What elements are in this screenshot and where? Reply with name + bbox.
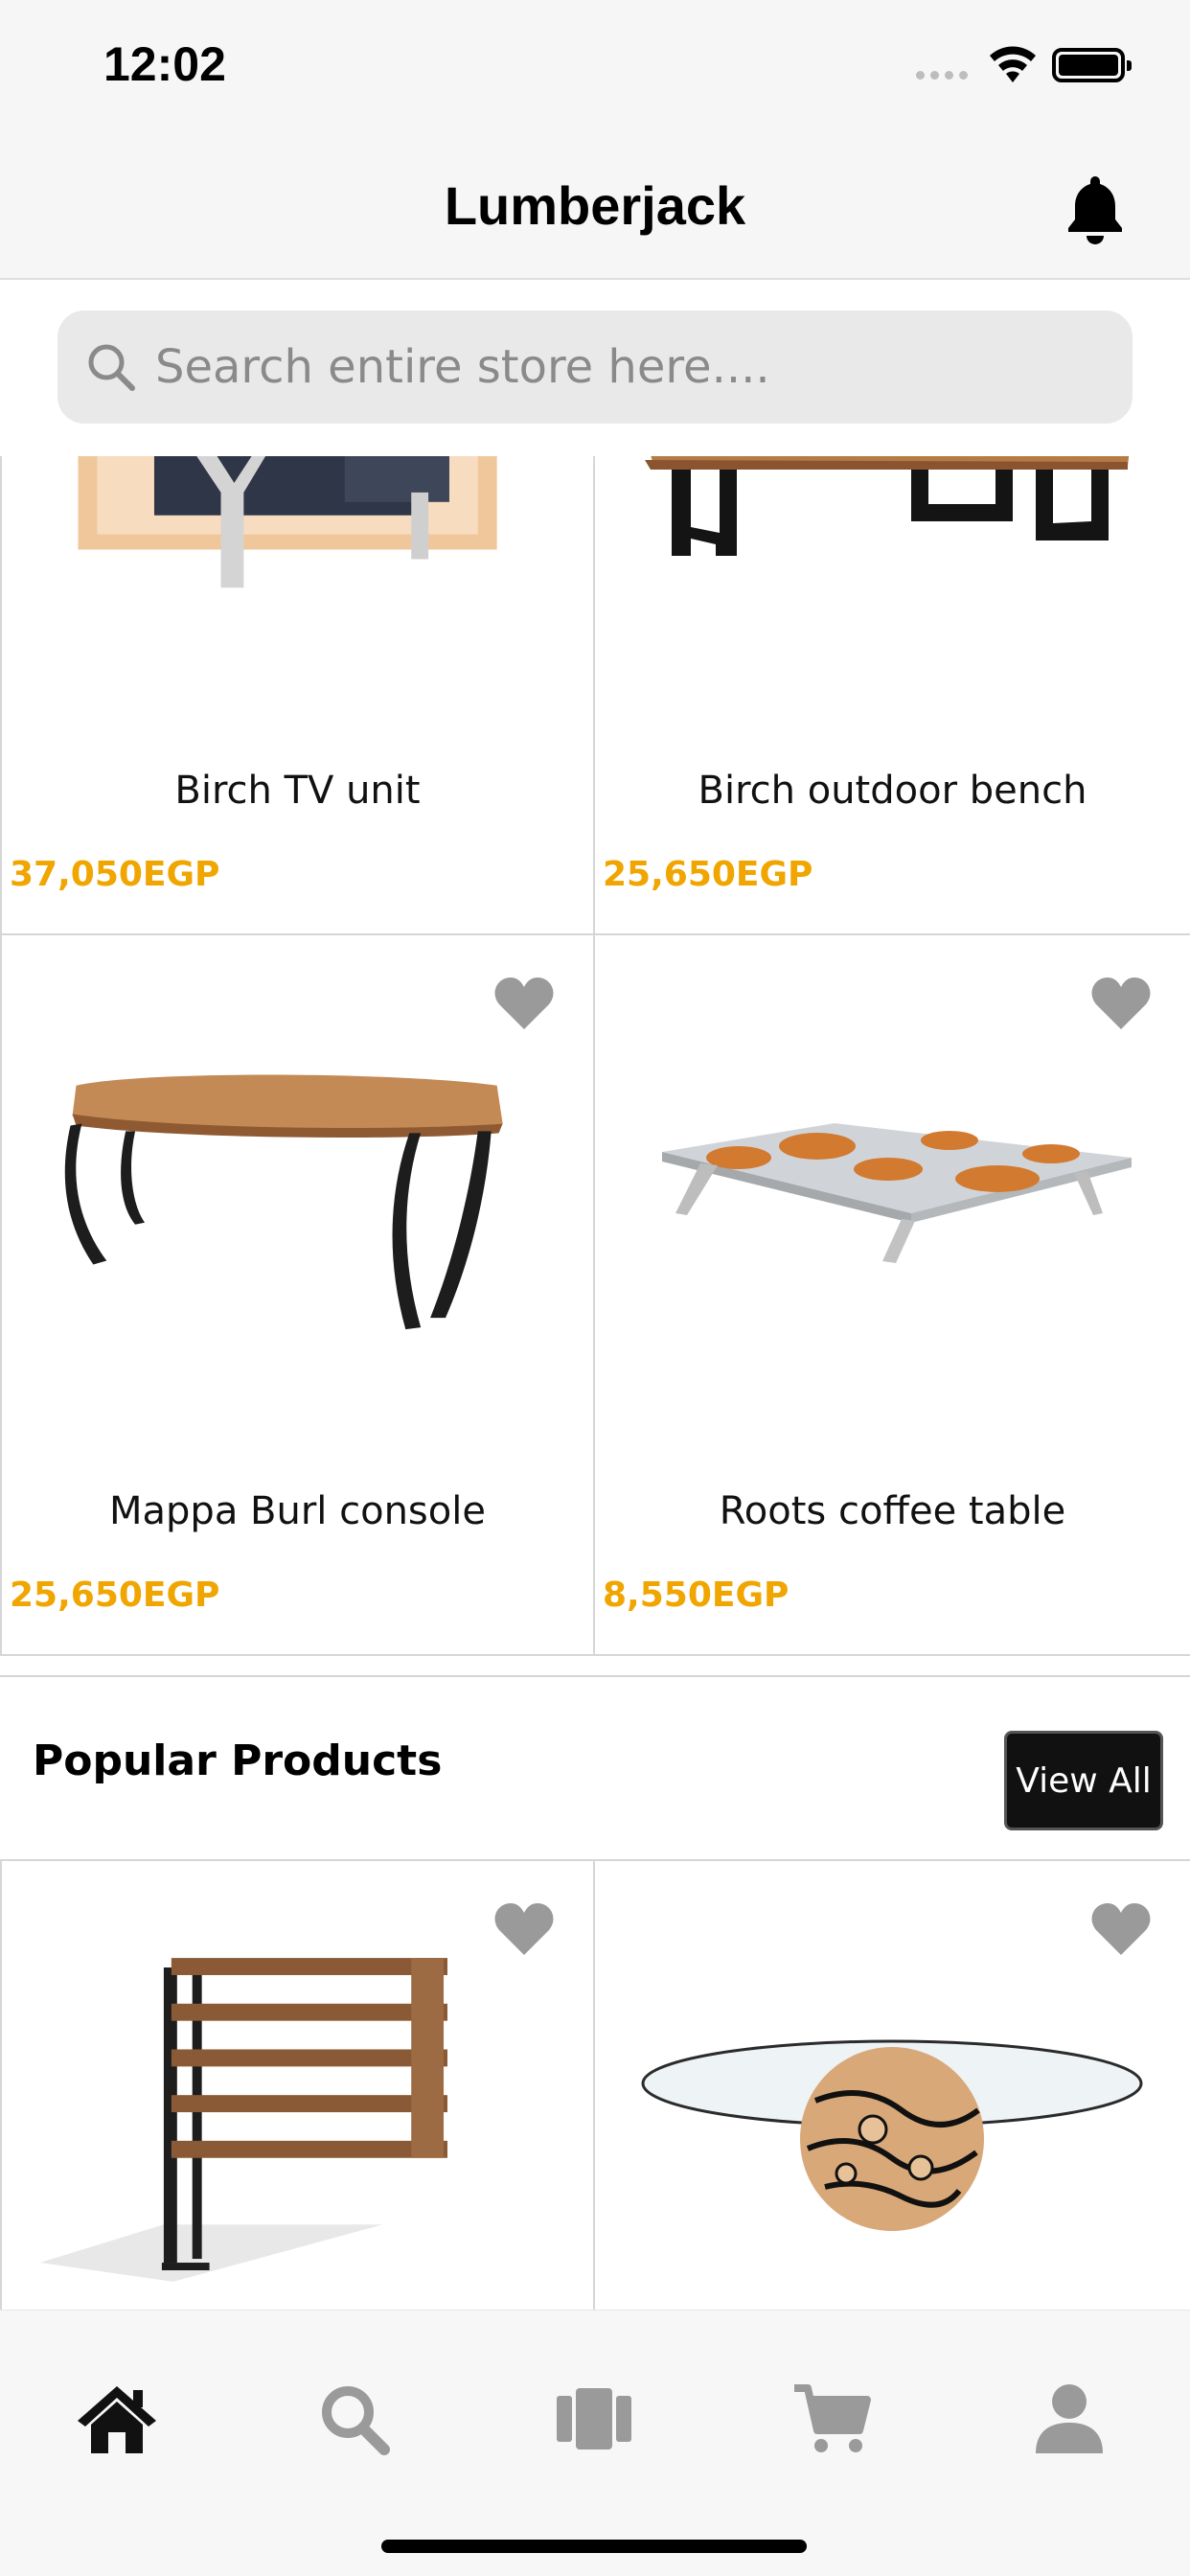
product-name: Birch outdoor bench	[698, 769, 1087, 813]
favorite-heart-icon[interactable]	[1090, 1901, 1152, 1957]
product-image	[78, 456, 497, 588]
search-input[interactable]	[155, 310, 1133, 424]
favorite-heart-icon[interactable]	[493, 1901, 555, 1957]
product-feed[interactable]: Birch TV unit 37,050EGP Birch outdoor be…	[0, 456, 1190, 2310]
product-price: 25,650EGP	[10, 1576, 220, 1615]
home-indicator	[381, 2540, 807, 2553]
search-section	[0, 282, 1190, 456]
product-name: Mappa Burl console	[109, 1489, 486, 1533]
battery-icon	[1052, 48, 1132, 82]
notification-bell-icon[interactable]	[1064, 172, 1127, 245]
product-card[interactable]: Mappa Burl console 25,650EGP	[0, 935, 595, 1656]
tab-cart[interactable]	[786, 2378, 878, 2460]
product-price: 37,050EGP	[10, 855, 220, 894]
app-title: Lumberjack	[444, 175, 746, 236]
favorite-heart-icon[interactable]	[1090, 976, 1152, 1031]
search-icon	[322, 2386, 390, 2455]
favorite-heart-icon[interactable]	[493, 976, 555, 1031]
view-all-button[interactable]: View All	[1004, 1731, 1163, 1830]
tab-profile[interactable]	[1023, 2378, 1115, 2460]
product-grid: Birch TV unit 37,050EGP Birch outdoor be…	[0, 456, 1190, 1656]
search-bar[interactable]	[57, 310, 1133, 424]
categories-icon	[557, 2388, 631, 2450]
product-image	[645, 456, 1130, 556]
status-bar: 12:02	[0, 0, 1190, 134]
product-price: 25,650EGP	[603, 855, 813, 894]
profile-icon	[1036, 2384, 1103, 2453]
cellular-signal-icon	[916, 71, 968, 80]
search-icon	[88, 344, 135, 391]
product-card[interactable]: Birch outdoor bench 25,650EGP	[595, 456, 1190, 935]
tab-home[interactable]	[71, 2378, 163, 2460]
cart-icon	[794, 2384, 871, 2452]
bottom-tab-bar	[0, 2310, 1190, 2576]
tab-search[interactable]	[309, 2378, 400, 2460]
status-time: 12:02	[103, 37, 226, 91]
popular-product-grid	[0, 1861, 1190, 2310]
product-card[interactable]	[595, 1861, 1190, 2310]
product-card[interactable]: Roots coffee table 8,550EGP	[595, 935, 1190, 1656]
popular-products-header: Popular Products View All	[0, 1675, 1190, 1861]
section-title: Popular Products	[33, 1736, 443, 1785]
product-card[interactable]	[0, 1861, 595, 2310]
product-name: Birch TV unit	[174, 769, 421, 813]
product-name: Roots coffee table	[719, 1489, 1066, 1533]
product-card[interactable]: Birch TV unit 37,050EGP	[0, 456, 595, 935]
wifi-icon	[990, 46, 1036, 82]
home-icon	[78, 2386, 156, 2453]
product-price: 8,550EGP	[603, 1576, 790, 1615]
app-header: Lumberjack	[0, 134, 1190, 280]
tab-categories[interactable]	[548, 2378, 640, 2460]
